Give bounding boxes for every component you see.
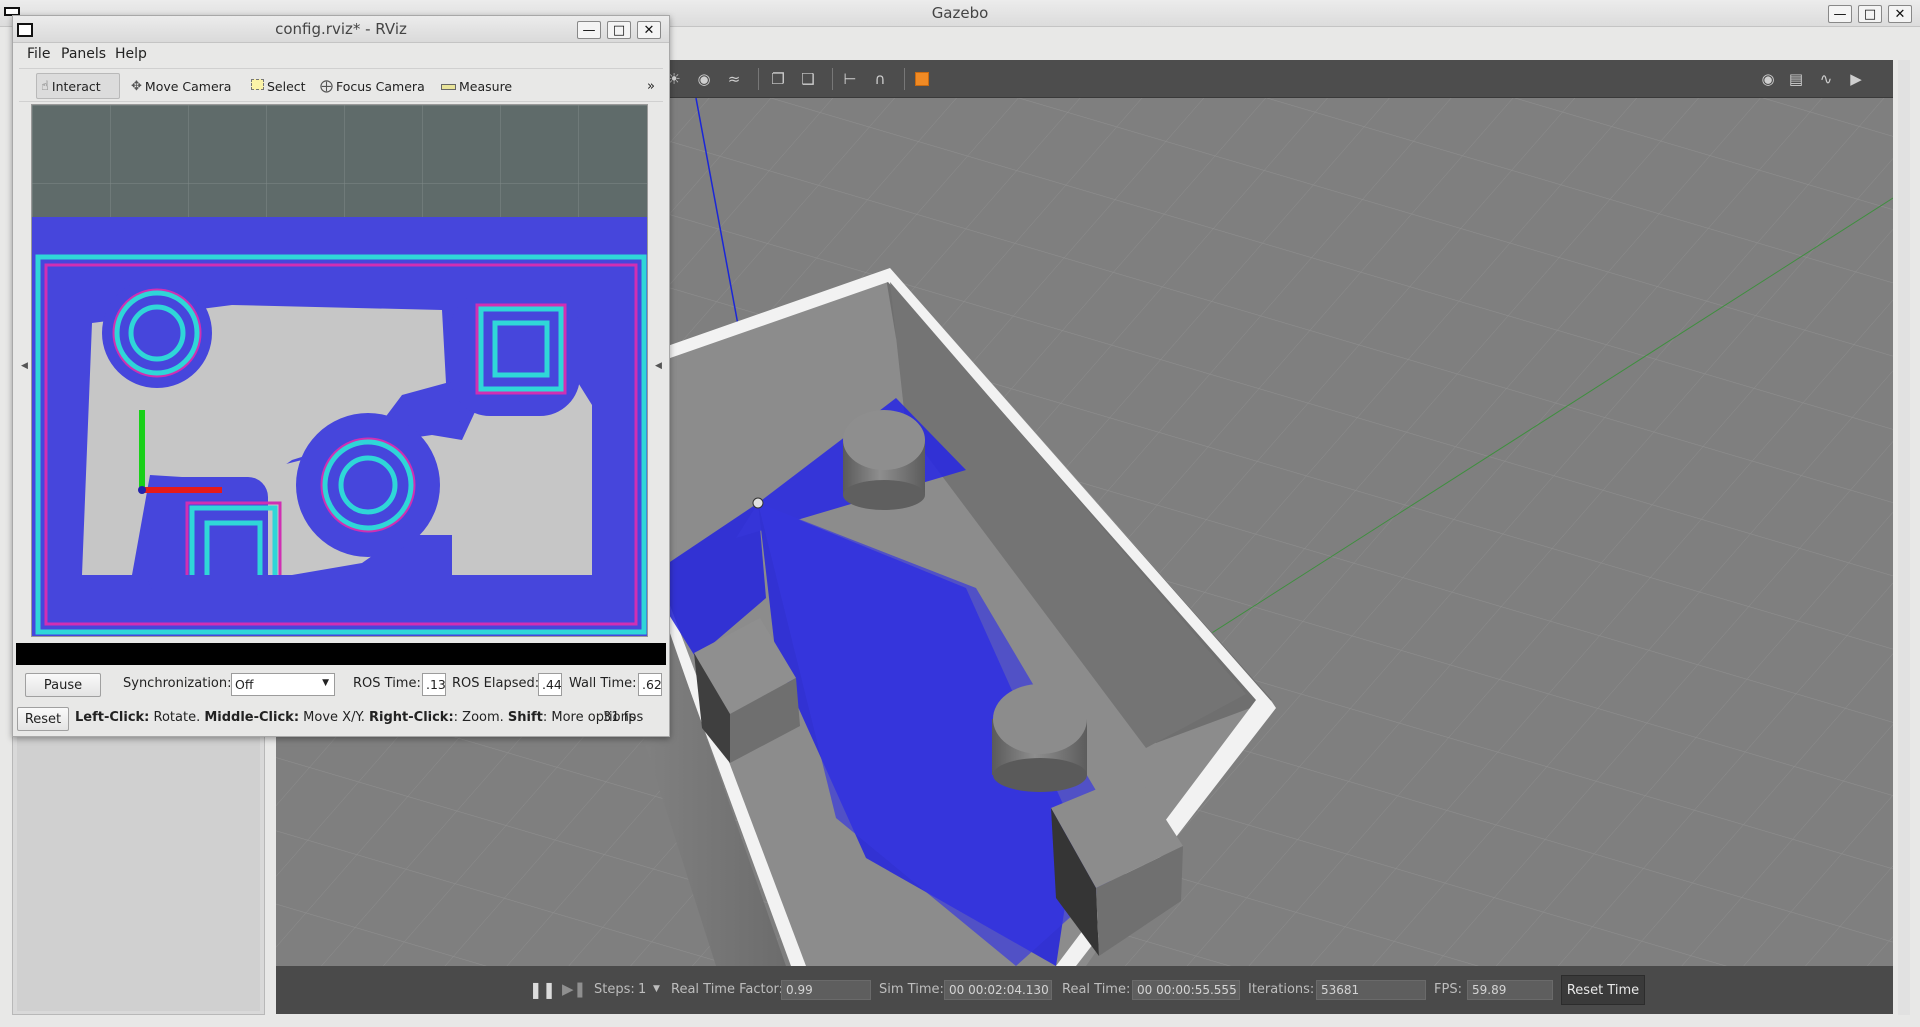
- ros-elapsed-label: ROS Elapsed:: [452, 676, 540, 691]
- right-dock-collapse-icon[interactable]: ◀: [655, 361, 662, 371]
- tool-focus-camera-label: Focus Camera: [336, 78, 425, 94]
- snap-magnet-icon[interactable]: ∩: [870, 69, 890, 89]
- properties-panel[interactable]: [17, 736, 260, 1011]
- move-arrows-icon: ✥: [131, 78, 142, 94]
- costmap-render: [32, 105, 647, 636]
- rtf-label: Real Time Factor:: [671, 982, 784, 997]
- tool-select[interactable]: Select: [247, 73, 310, 99]
- pause-icon[interactable]: ❚❚: [529, 980, 556, 999]
- ros-time-label: ROS Time:: [353, 676, 421, 691]
- focus-crosshair-icon: ⨁: [320, 78, 333, 94]
- minimize-icon: —: [1833, 6, 1847, 22]
- tool-measure-label: Measure: [459, 78, 513, 94]
- minimize-button[interactable]: —: [1828, 5, 1852, 23]
- close-icon: ✕: [1894, 6, 1906, 22]
- rviz-3d-view[interactable]: [31, 104, 648, 637]
- video-record-icon[interactable]: ▶: [1846, 69, 1866, 89]
- rviz-tool-toolbar: ☝ Interact ✥ Move Camera Select ⨁ Focus …: [19, 68, 663, 102]
- menu-help[interactable]: Help: [115, 46, 147, 62]
- menu-panels[interactable]: Panels: [61, 46, 106, 62]
- iterations-field: 53681: [1316, 980, 1426, 1000]
- close-button[interactable]: ✕: [1888, 5, 1912, 23]
- fps-label: FPS:: [1434, 982, 1462, 997]
- rviz-window: config.rviz* - RViz — □ ✕ File Panels He…: [12, 15, 670, 737]
- maximize-button[interactable]: □: [1858, 5, 1882, 23]
- left-dock-collapse-icon[interactable]: ◀: [21, 361, 28, 371]
- sim-time-label: Sim Time:: [879, 982, 944, 997]
- screenshot-camera-icon[interactable]: ◉: [1758, 69, 1778, 89]
- sim-time-field: 00 00:02:04.130: [944, 980, 1052, 1000]
- tool-select-label: Select: [267, 78, 306, 94]
- sync-label: Synchronization:: [123, 676, 232, 691]
- wall-time-field: .62: [638, 673, 662, 696]
- sync-select[interactable]: Off ▼: [231, 673, 335, 696]
- maximize-icon: □: [1863, 6, 1877, 22]
- rtf-field: 0.99: [781, 980, 871, 1000]
- point-light-icon[interactable]: ◉: [694, 69, 714, 89]
- spot-light-icon[interactable]: ≈: [724, 69, 744, 89]
- rviz-menubar: File Panels Help: [13, 44, 669, 66]
- step-icon[interactable]: ▶❚: [562, 980, 586, 998]
- tool-measure[interactable]: Measure: [437, 73, 516, 99]
- maximize-icon: □: [612, 22, 626, 38]
- tool-interact-label: Interact: [51, 78, 101, 94]
- rviz-close-button[interactable]: ✕: [637, 21, 661, 39]
- tool-move-camera[interactable]: ✥ Move Camera: [127, 73, 235, 99]
- hand-pointer-icon: ☝: [41, 78, 49, 94]
- iterations-label: Iterations:: [1248, 982, 1315, 997]
- rviz-window-title: config.rviz* - RViz: [275, 20, 407, 38]
- reset-button[interactable]: Reset: [17, 707, 69, 731]
- gazebo-statusbar: ❚❚ ▶❚ Steps: 1 ▼ Real Time Factor: 0.99 …: [276, 966, 1893, 1014]
- tool-move-camera-label: Move Camera: [144, 78, 232, 94]
- select-box-icon: [251, 78, 264, 94]
- rviz-render-strip: [16, 643, 666, 665]
- minimize-icon: —: [582, 22, 596, 38]
- pause-button[interactable]: Pause: [25, 673, 101, 697]
- navigation-hint: Left-Click: Rotate. Middle-Click: Move X…: [75, 710, 636, 725]
- ros-time-field: .13: [422, 673, 446, 696]
- right-panel-handle[interactable]: [1898, 60, 1910, 1015]
- rviz-minimize-button[interactable]: —: [577, 21, 601, 39]
- tool-interact[interactable]: ☝ Interact: [36, 73, 120, 99]
- obstacle-cost-circle-2: [296, 413, 440, 557]
- time-panel: Pause Synchronization: Off ▼ ROS Time: .…: [13, 670, 669, 700]
- cylinder-obstacle-2: [992, 684, 1087, 792]
- robot-origin: [138, 486, 146, 494]
- plot-icon[interactable]: ∿: [1816, 69, 1836, 89]
- steps-label: Steps:: [594, 982, 635, 997]
- reset-time-button[interactable]: Reset Time: [1561, 975, 1645, 1005]
- ros-elapsed-field: .44: [538, 673, 562, 696]
- sync-value: Off: [235, 677, 254, 692]
- rviz-maximize-button[interactable]: □: [607, 21, 631, 39]
- fps-field: 59.89: [1467, 980, 1553, 1000]
- rviz-titlebar[interactable]: config.rviz* - RViz — □ ✕: [13, 16, 669, 43]
- status-hint-bar: Reset Left-Click: Rotate. Middle-Click: …: [13, 704, 669, 734]
- real-time-field: 00 00:00:55.555: [1132, 980, 1240, 1000]
- color-box-icon[interactable]: [912, 69, 932, 89]
- align-icon[interactable]: ⊢: [840, 69, 860, 89]
- close-icon: ✕: [643, 22, 655, 38]
- steps-dropdown-icon[interactable]: ▼: [653, 984, 660, 994]
- ruler-icon: [441, 79, 456, 94]
- toolbar-overflow-button[interactable]: »: [643, 73, 659, 99]
- cylinder-obstacle-1: [843, 410, 925, 510]
- paste-icon[interactable]: ❑: [798, 69, 818, 89]
- fps-indicator: 31 fps: [603, 710, 644, 725]
- copy-icon[interactable]: ❐: [768, 69, 788, 89]
- wall-time-label: Wall Time:: [569, 676, 637, 691]
- chevron-down-icon: ▼: [322, 678, 329, 688]
- log-icon[interactable]: ▤: [1786, 69, 1806, 89]
- robot-model: [752, 497, 764, 509]
- menu-file[interactable]: File: [27, 46, 50, 62]
- real-time-label: Real Time:: [1062, 982, 1131, 997]
- steps-value[interactable]: 1: [638, 982, 646, 997]
- tool-focus-camera[interactable]: ⨁ Focus Camera: [316, 73, 429, 99]
